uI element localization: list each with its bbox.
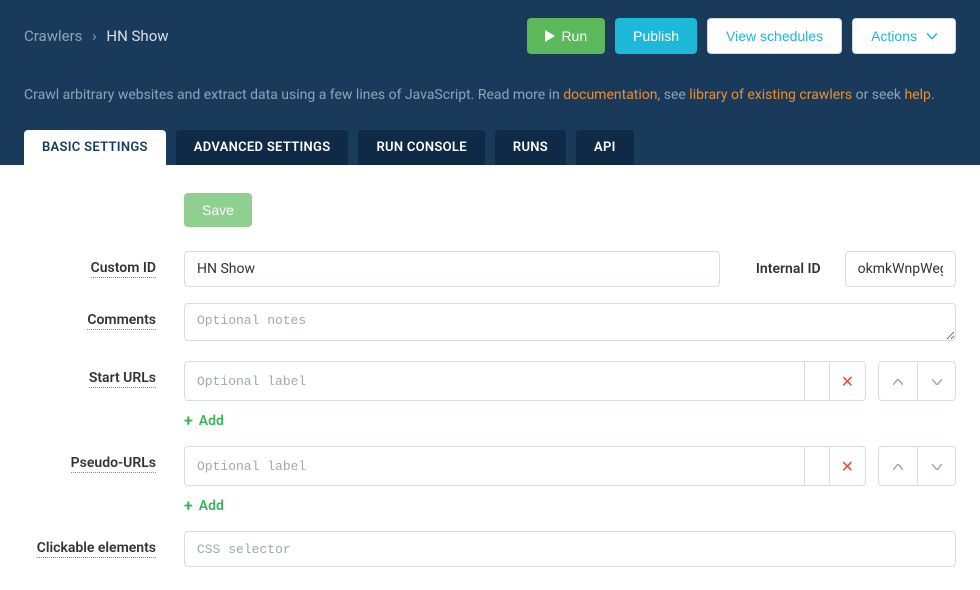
publish-button-label: Publish [633,28,679,44]
tab-advanced-settings[interactable]: ADVANCED SETTINGS [176,130,349,165]
custom-id-label: Custom ID [24,251,184,276]
pseudo-urls-label: Pseudo-URLs [24,446,184,471]
comments-label: Comments [24,303,184,328]
breadcrumb-current: HN Show [106,27,168,45]
close-icon: ✕ [841,372,854,391]
start-url-label-input[interactable] [185,362,805,400]
clickable-elements-label: Clickable elements [24,531,184,556]
save-button[interactable]: Save [184,193,252,227]
plus-icon: + [184,411,193,430]
help-link[interactable]: help [904,87,930,103]
pseudo-url-move-up-button[interactable] [879,447,917,485]
custom-id-input[interactable] [184,251,720,287]
breadcrumb: Crawlers › HN Show [24,27,169,45]
pseudo-url-move-down-button[interactable] [917,447,955,485]
page-description: Crawl arbitrary websites and extract dat… [24,84,956,130]
run-button-label: Run [561,28,587,44]
library-link[interactable]: library of existing crawlers [689,87,852,103]
start-urls-label: Start URLs [24,361,184,386]
pseudo-url-label-input[interactable] [185,447,805,485]
chevron-down-icon [932,458,942,474]
internal-id-input[interactable] [845,251,956,287]
add-start-url-button[interactable]: + Add [184,411,224,430]
add-pseudo-url-button[interactable]: + Add [184,496,224,515]
breadcrumb-root[interactable]: Crawlers [24,27,82,45]
chevron-down-icon [923,33,937,39]
chevron-up-icon [893,373,903,389]
pseudo-url-value-input[interactable] [805,447,829,485]
pseudo-url-delete-button[interactable]: ✕ [829,447,865,485]
add-start-url-label: Add [199,413,224,429]
chevron-up-icon [893,458,903,474]
actions-button[interactable]: Actions [852,18,956,54]
view-schedules-button[interactable]: View schedules [707,18,842,54]
breadcrumb-separator: › [92,27,97,45]
start-url-delete-button[interactable]: ✕ [829,362,865,400]
run-button[interactable]: Run [527,18,605,54]
add-pseudo-url-label: Add [199,498,224,514]
tab-runs[interactable]: RUNS [495,130,566,165]
save-button-label: Save [202,202,234,218]
tab-run-console[interactable]: RUN CONSOLE [358,130,484,165]
documentation-link[interactable]: documentation [563,87,657,103]
start-url-move-down-button[interactable] [917,362,955,400]
comments-input[interactable] [184,303,956,341]
tab-api[interactable]: API [576,130,634,165]
plus-icon: + [184,496,193,515]
tab-basic-settings[interactable]: BASIC SETTINGS [24,130,166,165]
internal-id-label: Internal ID [756,261,821,277]
view-schedules-label: View schedules [726,28,823,44]
clickable-elements-input[interactable] [184,531,956,567]
start-url-move-up-button[interactable] [879,362,917,400]
chevron-down-icon [932,373,942,389]
close-icon: ✕ [841,457,854,476]
publish-button[interactable]: Publish [615,18,697,54]
start-url-value-input[interactable] [805,362,829,400]
play-icon [545,30,555,42]
actions-label: Actions [871,28,917,44]
